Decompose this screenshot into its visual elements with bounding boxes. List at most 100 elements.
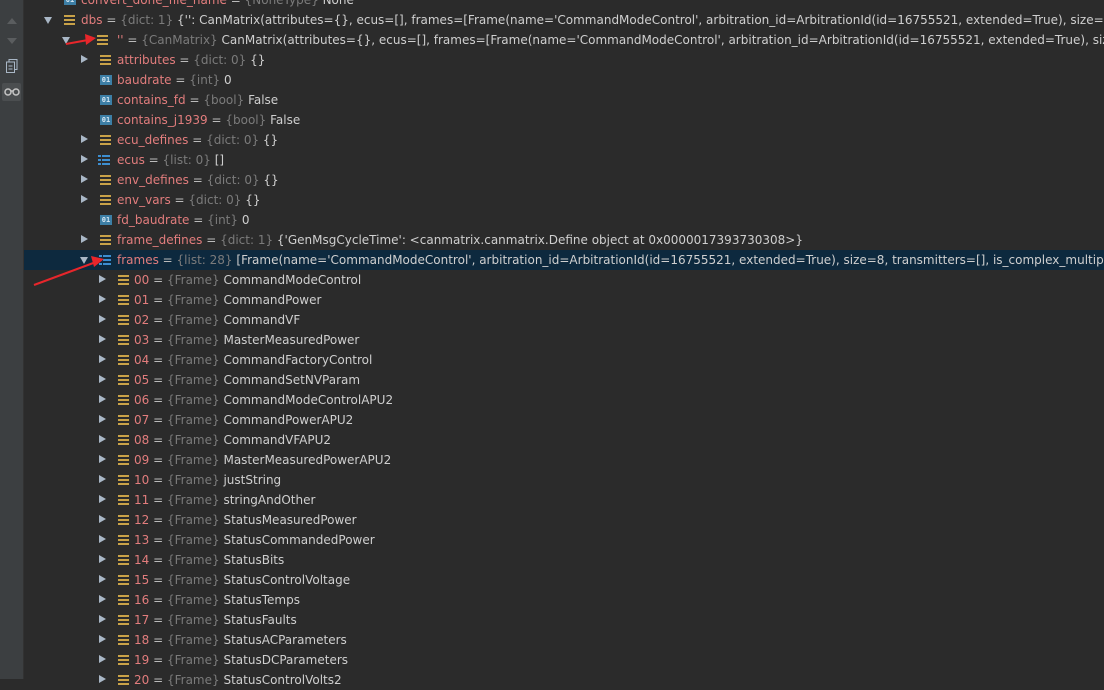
row-text: frame_defines = {dict: 1} {'GenMsgCycleT… [117,230,803,250]
variable-name: 09 [134,453,150,467]
tree-row-frame-17[interactable]: 17 = {Frame} StatusFaults [24,610,1104,630]
expand-triangle-icon[interactable] [98,390,108,410]
tree-row-contains-fd[interactable]: 01 contains_fd = {bool} False [24,90,1104,110]
tree-row-frame-01[interactable]: 01 = {Frame} CommandPower [24,290,1104,310]
tree-row-convert-done-file-name[interactable]: 01 convert_done_file_name = {NoneType} No… [24,0,1104,10]
expand-triangle-icon[interactable] [80,170,90,190]
row-text: 14 = {Frame} StatusBits [134,550,284,570]
row-text: 18 = {Frame} StatusACParameters [134,630,347,650]
collapse-triangle-icon[interactable] [62,30,72,50]
list-icon [99,254,111,266]
variable-name: 02 [134,313,150,327]
expand-triangle-icon[interactable] [98,430,108,450]
tree-row-frame-16[interactable]: 16 = {Frame} StatusTemps [24,590,1104,610]
tree-row-frame-04[interactable]: 04 = {Frame} CommandFactoryControl [24,350,1104,370]
tree-row-frame-defines[interactable]: frame_defines = {dict: 1} {'GenMsgCycleT… [24,230,1104,250]
expand-triangle-icon[interactable] [98,470,108,490]
expand-triangle-icon[interactable] [80,130,90,150]
equals-sign: = [149,293,167,307]
tree-row-frame-11[interactable]: 11 = {Frame} stringAndOther [24,490,1104,510]
expand-triangle-icon[interactable] [98,450,108,470]
tree-row-ecu-defines[interactable]: ecu_defines = {dict: 0} {} [24,130,1104,150]
tree-row-dbs[interactable]: dbs = {dict: 1} {'': CanMatrix(attribute… [24,10,1104,30]
arrow-up-icon[interactable] [2,12,21,30]
expand-triangle-icon[interactable] [98,350,108,370]
type-hint: {Frame} [166,593,220,607]
tree-row-frame-12[interactable]: 12 = {Frame} StatusMeasuredPower [24,510,1104,530]
dict-icon [100,194,112,206]
expand-triangle-icon[interactable] [98,330,108,350]
tree-row-canmatrix[interactable]: '' = {CanMatrix} CanMatrix(attributes={}… [24,30,1104,50]
variable-name: 16 [134,593,150,607]
expand-triangle-icon[interactable] [80,230,90,250]
variable-name: convert_done_file_name [81,0,227,7]
tree-row-frame-18[interactable]: 18 = {Frame} StatusACParameters [24,630,1104,650]
tree-row-frame-03[interactable]: 03 = {Frame} MasterMeasuredPower [24,330,1104,350]
expand-triangle-icon[interactable] [98,310,108,330]
expand-triangle-icon[interactable] [98,530,108,550]
tree-row-frame-08[interactable]: 08 = {Frame} CommandVFAPU2 [24,430,1104,450]
expand-triangle-icon[interactable] [98,670,108,690]
tree-row-frame-13[interactable]: 13 = {Frame} StatusCommandedPower [24,530,1104,550]
tree-row-frame-06[interactable]: 06 = {Frame} CommandModeControlAPU2 [24,390,1104,410]
variable-name: 03 [134,333,150,347]
variable-name: 04 [134,353,150,367]
glasses-icon[interactable] [2,83,21,101]
expand-triangle-icon[interactable] [98,510,108,530]
expand-triangle-icon[interactable] [98,410,108,430]
variable-value: None [322,0,354,7]
expand-triangle-icon[interactable] [98,630,108,650]
tree-row-frame-02[interactable]: 02 = {Frame} CommandVF [24,310,1104,330]
copy-icon[interactable] [2,57,21,75]
tree-row-fd-baudrate[interactable]: 01 fd_baudrate = {int} 0 [24,210,1104,230]
row-text: ecu_defines = {dict: 0} {} [117,130,278,150]
dict-icon [118,654,130,666]
tree-row-frame-20[interactable]: 20 = {Frame} StatusControlVolts2 [24,670,1104,690]
tree-row-frame-00[interactable]: 00 = {Frame} CommandModeControl [24,270,1104,290]
row-text: 17 = {Frame} StatusFaults [134,610,297,630]
tree-row-frame-14[interactable]: 14 = {Frame} StatusBits [24,550,1104,570]
expand-triangle-icon[interactable] [98,290,108,310]
expand-triangle-icon[interactable] [98,590,108,610]
collapse-triangle-icon[interactable] [80,250,90,270]
tree-row-frame-07[interactable]: 07 = {Frame} CommandPowerAPU2 [24,410,1104,430]
variable-name: 07 [134,413,150,427]
tree-row-env-defines[interactable]: env_defines = {dict: 0} {} [24,170,1104,190]
variable-name: 17 [134,613,150,627]
tree-row-frames[interactable]: frames = {list: 28} [Frame(name='Command… [24,250,1104,270]
variable-value: 0 [224,73,232,87]
expand-triangle-icon[interactable] [98,610,108,630]
expand-triangle-icon[interactable] [98,270,108,290]
type-hint: {bool} [225,113,267,127]
tree-row-frame-09[interactable]: 09 = {Frame} MasterMeasuredPowerAPU2 [24,450,1104,470]
expand-triangle-icon[interactable] [80,50,90,70]
tree-row-frame-19[interactable]: 19 = {Frame} StatusDCParameters [24,650,1104,670]
tree-row-contains-j1939[interactable]: 01 contains_j1939 = {bool} False [24,110,1104,130]
expand-triangle-icon[interactable] [98,650,108,670]
tree-row-frame-10[interactable]: 10 = {Frame} justString [24,470,1104,490]
equals-sign: = [149,433,167,447]
equals-sign: = [171,73,190,87]
type-hint: {Frame} [166,313,220,327]
tree-row-attributes[interactable]: attributes = {dict: 0} {} [24,50,1104,70]
expand-triangle-icon[interactable] [80,150,90,170]
arrow-down-icon[interactable] [2,32,21,50]
dict-icon [118,334,130,346]
tree-row-env-vars[interactable]: env_vars = {dict: 0} {} [24,190,1104,210]
expand-triangle-icon[interactable] [98,370,108,390]
tree-row-ecus[interactable]: ecus = {list: 0} [] [24,150,1104,170]
collapse-triangle-icon[interactable] [44,10,54,30]
equals-sign: = [226,0,245,7]
expand-triangle-icon[interactable] [80,190,90,210]
expand-triangle-icon[interactable] [98,570,108,590]
expand-triangle-icon[interactable] [98,490,108,510]
expand-triangle-icon[interactable] [98,550,108,570]
tree-row-frame-15[interactable]: 15 = {Frame} StatusControlVoltage [24,570,1104,590]
list-icon [98,154,110,166]
tree-row-baudrate[interactable]: 01 baudrate = {int} 0 [24,70,1104,90]
type-hint: {Frame} [166,653,220,667]
variable-value: justString [223,473,282,487]
type-hint: {Frame} [166,613,220,627]
tree-row-frame-05[interactable]: 05 = {Frame} CommandSetNVParam [24,370,1104,390]
equals-sign: = [149,533,167,547]
